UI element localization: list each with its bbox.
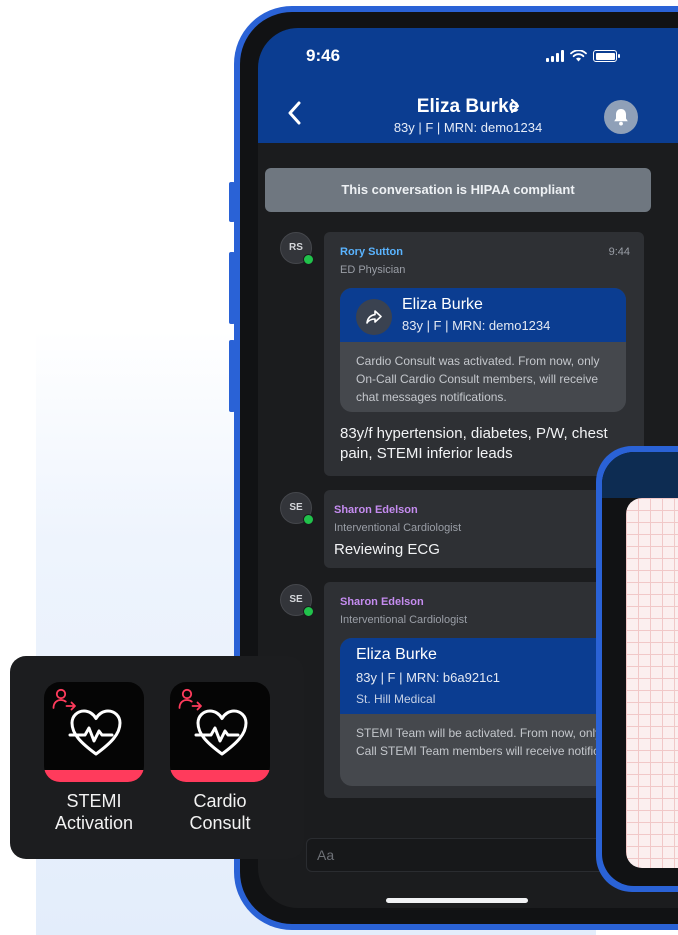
phone-side-button	[229, 340, 235, 412]
patient-card-header: Eliza Burke 83y | F | MRN: demo1234	[340, 288, 626, 342]
hipaa-banner: This conversation is HIPAA compliant	[265, 168, 651, 212]
message-text: 83y/f hypertension, diabetes, P/W, chest…	[340, 425, 608, 462]
app-label: Cardio Consult	[189, 791, 251, 833]
patient-card-name: Eliza Burke	[402, 296, 483, 313]
app-tile-accent-bar	[44, 770, 144, 782]
quick-actions-panel: STEMI Activation Cardio Consult	[10, 656, 304, 859]
patient-card-meta: 83y | F | MRN: b6a921c1	[356, 670, 501, 685]
avatar[interactable]: SE	[280, 492, 314, 525]
tablet-bezel	[602, 452, 678, 886]
sender-role: ED Physician	[340, 264, 406, 276]
sender-role: Interventional Cardiologist	[334, 522, 462, 534]
avatar[interactable]: SE	[280, 584, 314, 617]
share-button[interactable]	[356, 299, 392, 335]
message-bubble[interactable]: Rory Sutton ED Physician 9:44 Eliza Burk…	[324, 232, 644, 476]
app-label: STEMI Activation	[54, 791, 134, 833]
bell-icon	[614, 109, 628, 126]
battery-icon	[593, 50, 620, 62]
cellular-signal-icon	[546, 50, 564, 62]
patient-card-meta: 83y | F | MRN: demo1234	[402, 318, 551, 333]
ecg-grid	[626, 498, 678, 868]
app-tile-accent-bar	[170, 770, 270, 782]
heart-pulse-icon	[68, 709, 122, 756]
phone-side-button	[229, 252, 235, 324]
online-status-dot	[303, 254, 314, 265]
avatar-initials: SE	[289, 594, 303, 605]
share-icon	[366, 310, 382, 324]
chat-header: 9:46 Eliza Burke 83y | F | MRN: demo1234	[258, 28, 678, 143]
forward-chevron-icon[interactable]	[510, 98, 520, 114]
heart-pulse-icon	[194, 709, 248, 756]
cardio-consult-app[interactable]	[170, 682, 270, 782]
message-text: Reviewing ECG	[334, 541, 440, 558]
avatar-initials: RS	[289, 242, 303, 253]
sender-name[interactable]: Sharon Edelson	[340, 596, 424, 608]
avatar[interactable]: RS	[280, 232, 314, 265]
status-time: 9:46	[306, 46, 341, 65]
phone-side-button	[229, 182, 235, 222]
status-icons	[546, 50, 620, 62]
notifications-button[interactable]	[604, 100, 638, 134]
activation-notice: Cardio Consult was activated. From now, …	[356, 354, 600, 404]
home-indicator[interactable]	[386, 898, 528, 903]
tablet-header	[602, 452, 678, 498]
patient-card[interactable]: Eliza Burke 83y | F | MRN: demo1234 Card…	[340, 288, 626, 412]
stemi-activation-app[interactable]	[44, 682, 144, 782]
message-time: 9:44	[608, 246, 630, 258]
sender-name[interactable]: Sharon Edelson	[334, 504, 418, 516]
online-status-dot	[303, 514, 314, 525]
online-status-dot	[303, 606, 314, 617]
wifi-icon	[570, 50, 587, 62]
patient-card-name: Eliza Burke	[356, 646, 437, 663]
sender-name[interactable]: Rory Sutton	[340, 246, 403, 258]
sender-role: Interventional Cardiologist	[340, 614, 468, 626]
patient-card-facility: St. Hill Medical	[356, 692, 436, 706]
avatar-initials: SE	[289, 502, 303, 513]
